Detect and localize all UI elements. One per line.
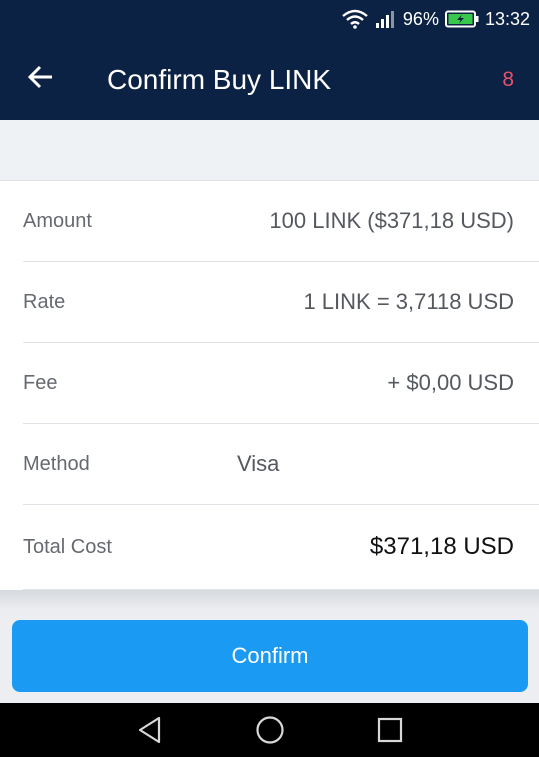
footer-shadow bbox=[0, 590, 539, 610]
nav-back-button[interactable] bbox=[130, 712, 170, 752]
rate-value: 1 LINK = 3,7118 USD bbox=[303, 289, 514, 314]
signal-icon bbox=[375, 10, 397, 28]
back-button[interactable] bbox=[18, 57, 64, 101]
nav-recents-button[interactable] bbox=[370, 712, 410, 752]
page-title: Confirm Buy LINK bbox=[107, 64, 332, 95]
order-details: Amount 100 LINK ($371,18 USD) Rate 1 LIN… bbox=[0, 181, 539, 590]
amount-value: 100 LINK ($371,18 USD) bbox=[269, 208, 514, 233]
amount-label: Amount bbox=[23, 209, 92, 232]
rate-label: Rate bbox=[23, 290, 66, 313]
wifi-icon bbox=[341, 9, 369, 29]
method-label: Method bbox=[23, 452, 90, 475]
total-cost-value: $371,18 USD bbox=[369, 533, 514, 560]
battery-charging-icon bbox=[444, 10, 479, 28]
amount-row: Amount 100 LINK ($371,18 USD) bbox=[23, 181, 539, 262]
arrow-left-icon bbox=[27, 65, 54, 94]
rate-row: Rate 1 LINK = 3,7118 USD bbox=[23, 262, 539, 343]
status-bar: 96% 13:32 bbox=[0, 0, 539, 38]
nav-recents-icon bbox=[377, 717, 403, 748]
confirm-button[interactable]: Confirm bbox=[12, 620, 528, 692]
total-cost-label: Total Cost bbox=[23, 535, 112, 558]
status-icons: 96% 13:32 bbox=[341, 0, 530, 38]
method-value: Visa bbox=[237, 451, 280, 476]
nav-back-icon bbox=[137, 716, 163, 749]
battery-percent: 96% bbox=[402, 8, 439, 29]
nav-home-icon bbox=[255, 715, 285, 750]
system-nav-bar bbox=[0, 703, 539, 757]
summary-header-band bbox=[0, 120, 539, 181]
total-cost-row: Total Cost $371,18 USD bbox=[23, 505, 539, 590]
notification-badge[interactable]: 8 bbox=[502, 67, 514, 93]
toolbar: Confirm Buy LINK 8 bbox=[0, 38, 539, 120]
method-row[interactable]: Method Visa bbox=[23, 424, 539, 505]
clock: 13:32 bbox=[484, 8, 530, 29]
app-header: 96% 13:32 Confirm Buy LINK 8 bbox=[0, 0, 539, 120]
fee-value: + $0,00 USD bbox=[387, 370, 514, 395]
fee-label: Fee bbox=[23, 371, 58, 394]
nav-home-button[interactable] bbox=[250, 712, 290, 752]
fee-row: Fee + $0,00 USD bbox=[23, 343, 539, 424]
